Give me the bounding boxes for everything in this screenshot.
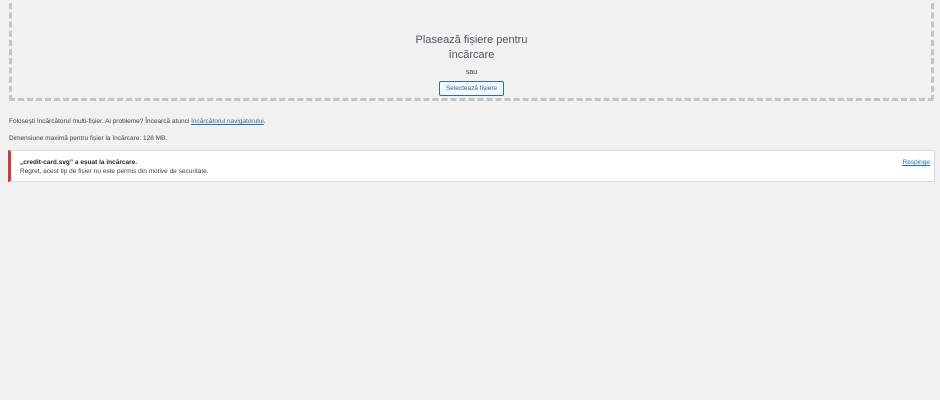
dismiss-error-link[interactable]: Respinge [903, 158, 930, 167]
error-notice-title: „credit-card.svg” a eșuat la încărcare. [20, 159, 138, 166]
error-notice-message: Regret, acest tip de fișier nu este perm… [20, 168, 209, 175]
uploader-info-suffix: . [263, 118, 266, 125]
drop-zone-title: Plasează fișiere pentru încărcare [415, 34, 528, 61]
uploader-info: Folosești încărcătorul multi-fișier. Ai … [9, 117, 266, 126]
drop-zone-content: Plasează fișiere pentru încărcare sau Se… [12, 33, 931, 96]
select-files-button[interactable]: Selectează fișiere [438, 81, 505, 96]
max-upload-size: Dimensiune maximă pentru fișier la încăr… [9, 135, 168, 142]
media-upload-page: Plasează fișiere pentru încărcare sau Se… [0, 0, 940, 400]
uploader-info-text: Folosești încărcătorul multi-fișier. Ai … [9, 118, 192, 125]
browser-uploader-link[interactable]: încărcătorul navigatorului [191, 118, 264, 125]
file-drop-zone[interactable]: Plasează fișiere pentru încărcare sau Se… [9, 0, 934, 101]
drop-zone-or: sau [465, 69, 478, 76]
upload-error-notice: „credit-card.svg” a eșuat la încărcare. … [8, 150, 935, 182]
